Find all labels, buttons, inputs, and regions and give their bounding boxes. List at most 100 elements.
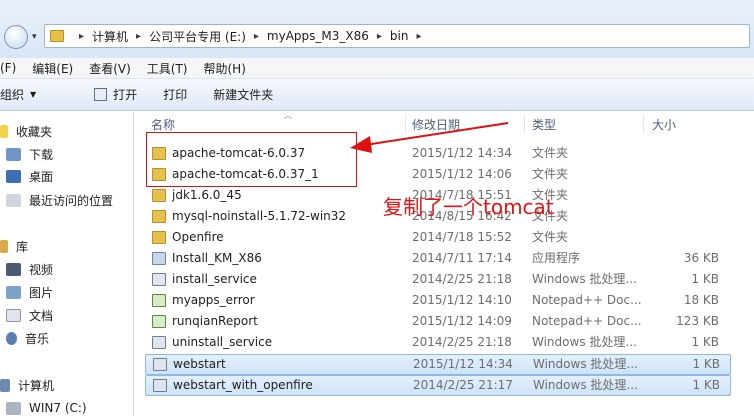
- breadcrumb-myapps[interactable]: myApps_M3_X86: [267, 29, 369, 43]
- file-type: 应用程序: [532, 251, 581, 265]
- open-button[interactable]: 打开: [94, 86, 137, 103]
- nav-label: 音乐: [25, 331, 50, 346]
- nav-item-desktop[interactable]: 桌面: [6, 165, 53, 187]
- breadcrumb: ▸ 计算机 ▸ 公司平台专用 (E:) ▸ myApps_M3_X86 ▸ bi…: [71, 25, 430, 47]
- print-button[interactable]: 打印: [163, 86, 187, 103]
- menu-help[interactable]: 帮助(H): [204, 60, 246, 77]
- nav-label: 下载: [29, 147, 54, 162]
- file-row-selected[interactable]: webstart 2015/1/12 14:34 Windows 批处理... …: [145, 354, 731, 375]
- file-row[interactable]: Openfire 2014/7/18 15:52 文件夹: [145, 228, 731, 249]
- file-name: uninstall_service: [172, 335, 273, 349]
- column-header-type[interactable]: 类型: [532, 112, 556, 136]
- file-name: webstart_with_openfire: [173, 378, 313, 392]
- file-size: 1 KB: [692, 357, 720, 371]
- batch-file-icon: [152, 273, 166, 286]
- column-divider[interactable]: [524, 114, 525, 134]
- file-type: Notepad++ Doc...: [532, 314, 642, 328]
- file-size: 18 KB: [683, 293, 719, 307]
- file-row[interactable]: Install_KM_X86 2014/7/11 17:14 应用程序 36 K…: [145, 249, 731, 270]
- file-name: Openfire: [172, 230, 224, 244]
- highlight-box: [146, 132, 357, 187]
- print-label: 打印: [163, 88, 188, 102]
- column-divider[interactable]: [405, 114, 406, 134]
- chevron-right-icon[interactable]: ▸: [416, 31, 421, 42]
- organize-label: 组织: [0, 88, 25, 102]
- column-divider[interactable]: [643, 114, 644, 134]
- menu-view[interactable]: 查看(V): [89, 60, 131, 77]
- file-name: mysql-noinstall-5.1.72-win32: [172, 209, 347, 223]
- file-type: Notepad++ Doc...: [532, 293, 642, 307]
- nav-item-videos[interactable]: 视频: [6, 258, 53, 280]
- file-date: 2015/1/12 14:34: [412, 146, 512, 160]
- recent-pages-dropdown[interactable]: ▾: [32, 28, 42, 46]
- nav-item-libraries[interactable]: 库: [0, 235, 28, 257]
- menu-edit[interactable]: 编辑(E): [32, 60, 73, 77]
- menu-bar: (F) 编辑(E) 查看(V) 工具(T) 帮助(H): [0, 58, 754, 79]
- drive-icon: [6, 401, 21, 415]
- nav-label: 图片: [29, 285, 54, 300]
- file-row[interactable]: runqianReport 2015/1/12 14:09 Notepad++ …: [145, 312, 731, 333]
- sort-ascending-icon: ︿: [284, 111, 292, 120]
- file-date: 2015/1/12 14:34: [413, 357, 513, 371]
- file-type: 文件夹: [532, 167, 569, 181]
- file-row[interactable]: install_service 2014/2/25 21:18 Windows …: [145, 270, 731, 291]
- file-size: 1 KB: [692, 378, 720, 392]
- annotation-text: 复制了一个tomcat: [383, 195, 554, 219]
- command-bar: 组织 ▼ 打开 打印 新建文件夹: [0, 79, 754, 111]
- folder-icon: [152, 189, 166, 202]
- chevron-right-icon[interactable]: ▸: [254, 31, 259, 42]
- file-date: 2015/1/12 14:10: [412, 293, 512, 307]
- new-folder-label: 新建文件夹: [213, 88, 274, 102]
- folder-icon: [152, 231, 166, 244]
- nav-label: 收藏夹: [16, 124, 53, 139]
- file-name: webstart: [173, 357, 226, 371]
- nav-item-documents[interactable]: 文档: [6, 304, 53, 326]
- recent-places-icon: [6, 193, 21, 207]
- new-folder-button[interactable]: 新建文件夹: [213, 86, 273, 103]
- breadcrumb-computer[interactable]: 计算机: [92, 28, 128, 45]
- file-size: [665, 165, 719, 184]
- open-label: 打开: [113, 88, 138, 102]
- file-size: [665, 228, 719, 247]
- file-size: 1 KB: [691, 272, 719, 286]
- file-date: 2014/2/25 21:17: [413, 378, 513, 392]
- nav-item-music[interactable]: 音乐: [6, 327, 49, 349]
- file-row-selected[interactable]: webstart_with_openfire 2014/2/25 21:17 W…: [145, 375, 731, 396]
- music-icon: [6, 331, 17, 345]
- nav-item-pictures[interactable]: 图片: [6, 281, 53, 303]
- chevron-right-icon[interactable]: ▸: [136, 31, 141, 42]
- address-bar[interactable]: ▸ 计算机 ▸ 公司平台专用 (E:) ▸ myApps_M3_X86 ▸ bi…: [44, 24, 750, 48]
- menu-tools[interactable]: 工具(T): [147, 60, 188, 77]
- folder-icon: [50, 30, 64, 42]
- file-size: [665, 144, 719, 163]
- star-icon: [0, 124, 8, 138]
- forward-button[interactable]: [4, 25, 28, 49]
- nav-item-favorites[interactable]: 收藏夹: [0, 120, 52, 142]
- navigation-pane: 收藏夹 下载 桌面 最近访问的位置 库 视频 图片 文档 音乐 计算机 WIN7…: [0, 112, 134, 416]
- file-date: 2014/7/11 17:14: [412, 251, 512, 265]
- nav-item-computer[interactable]: 计算机: [0, 374, 54, 396]
- file-row[interactable]: myapps_error 2015/1/12 14:10 Notepad++ D…: [145, 291, 731, 312]
- nav-label: WIN7 (C:): [29, 401, 87, 415]
- column-header-size[interactable]: 大小: [652, 112, 676, 136]
- folder-icon: [152, 210, 166, 223]
- batch-file-icon: [152, 336, 166, 349]
- column-header-date[interactable]: 修改日期: [412, 112, 460, 136]
- pictures-icon: [6, 285, 21, 299]
- nav-item-downloads[interactable]: 下载: [6, 143, 53, 165]
- file-size: [665, 186, 719, 205]
- file-size: 123 KB: [676, 314, 719, 328]
- breadcrumb-drive-e[interactable]: 公司平台专用 (E:): [149, 28, 246, 45]
- file-row[interactable]: uninstall_service 2014/2/25 21:18 Window…: [145, 333, 731, 354]
- notepad-document-icon: [152, 294, 166, 307]
- breadcrumb-bin[interactable]: bin: [390, 29, 409, 43]
- chevron-right-icon[interactable]: ▸: [377, 31, 382, 42]
- chevron-right-icon[interactable]: ▸: [79, 31, 84, 42]
- file-type: 文件夹: [532, 146, 569, 160]
- file-date: 2015/1/12 14:09: [412, 314, 512, 328]
- nav-item-recent-places[interactable]: 最近访问的位置: [6, 189, 113, 211]
- menu-file[interactable]: (F): [0, 61, 16, 75]
- organize-button[interactable]: 组织 ▼: [0, 86, 36, 103]
- nav-label: 视频: [29, 262, 54, 277]
- file-date: 2015/1/12 14:06: [412, 167, 512, 181]
